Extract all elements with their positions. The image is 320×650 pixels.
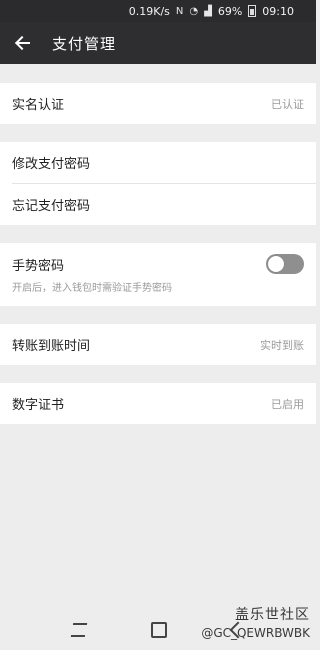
system-back-icon[interactable] <box>229 621 247 639</box>
clock: 09:10 <box>262 4 294 18</box>
change-password-row[interactable]: 修改支付密码 <box>0 142 316 183</box>
forgot-password-label: 忘记支付密码 <box>12 199 91 214</box>
home-icon[interactable] <box>150 622 167 638</box>
battery-icon <box>248 5 257 17</box>
realname-label: 实名认证 <box>12 98 65 113</box>
transfer-time-row[interactable]: 转账到账时间 实时到账 <box>0 324 316 365</box>
battery-percent: 69% <box>217 4 243 18</box>
network-speed: 0.19K/s <box>128 4 170 18</box>
header-bar: 支付管理 <box>0 22 316 64</box>
system-nav-bar <box>0 610 316 650</box>
group-transfer: 转账到账时间 实时到账 <box>0 324 316 365</box>
page-title: 支付管理 <box>52 34 117 53</box>
change-password-label: 修改支付密码 <box>12 157 91 172</box>
nfc-icon: N <box>175 5 184 17</box>
gesture-password-toggle[interactable] <box>266 254 304 274</box>
toggle-knob <box>268 256 284 272</box>
transfer-time-value: 实时到账 <box>260 338 304 352</box>
gesture-password-description: 开启后，进入钱包时需验证手势密码 <box>12 283 172 294</box>
recent-apps-icon[interactable] <box>71 623 88 637</box>
forgot-password-row[interactable]: 忘记支付密码 <box>0 184 316 225</box>
certificate-label: 数字证书 <box>12 398 65 413</box>
group-gesture: 手势密码 开启后，进入钱包时需验证手势密码 <box>0 243 316 306</box>
signal-icon: ▟ <box>204 5 212 17</box>
group-certificate: 数字证书 已启用 <box>0 383 316 424</box>
certificate-row[interactable]: 数字证书 已启用 <box>0 383 316 424</box>
certificate-status: 已启用 <box>271 397 304 411</box>
transfer-time-label: 转账到账时间 <box>12 339 91 354</box>
back-arrow-icon[interactable] <box>14 34 32 52</box>
group-password: 修改支付密码 忘记支付密码 <box>0 142 316 225</box>
realname-status: 已认证 <box>271 97 304 111</box>
status-bar: 0.19K/s N ◔ ▟ 69% 09:10 <box>0 0 316 22</box>
realname-row[interactable]: 实名认证 已认证 <box>0 83 316 124</box>
wifi-icon: ◔ <box>189 5 199 17</box>
group-realname: 实名认证 已认证 <box>0 83 316 124</box>
gesture-password-label: 手势密码 <box>12 258 65 274</box>
